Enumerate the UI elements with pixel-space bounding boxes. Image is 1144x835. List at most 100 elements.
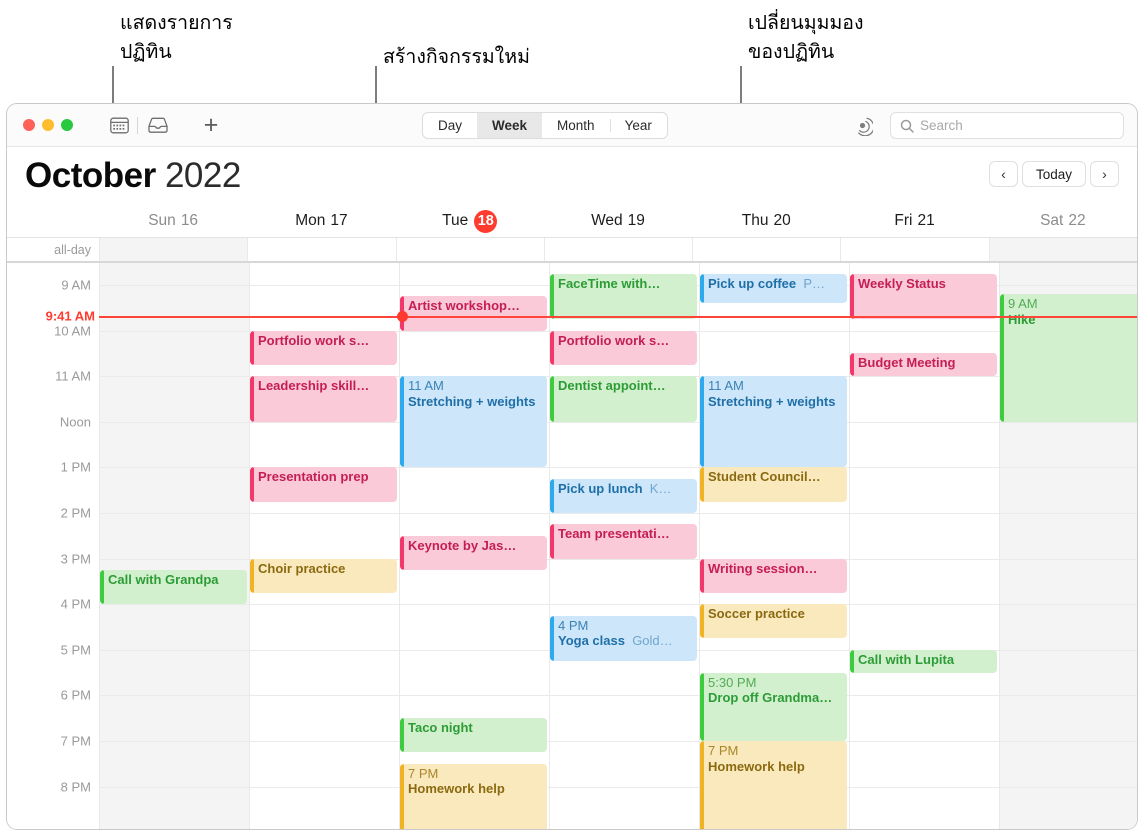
calendar-event[interactable]: Portfolio work s…	[250, 330, 397, 365]
day-header-name: Fri	[894, 212, 913, 229]
calendar-event[interactable]: Student Council…	[700, 467, 847, 502]
event-color-bar	[700, 741, 704, 829]
event-color-bar	[250, 330, 254, 365]
today-button[interactable]: Today	[1021, 161, 1086, 187]
event-title: Presentation prep	[258, 469, 369, 485]
day-header-name: Mon	[295, 212, 326, 229]
calendar-event[interactable]: 7 PM Homework help	[700, 741, 847, 829]
all-day-cell-sun[interactable]	[99, 238, 248, 261]
event-title: Homework help	[408, 781, 505, 797]
event-time: 4 PM	[558, 617, 589, 633]
week-grid[interactable]: 9 AM 10 AM 11 AM Noon 1 PM 2 PM 3 PM 4 PM 5 PM 6 …	[7, 263, 1137, 829]
day-header-sun[interactable]: Sun 16	[99, 205, 247, 237]
day-header-mon[interactable]: Mon 17	[247, 205, 395, 237]
maximize-window-button[interactable]	[61, 119, 73, 131]
calendar-event[interactable]: Team presentati…	[550, 524, 697, 559]
time-axis-column: 9 AM 10 AM 11 AM Noon 1 PM 2 PM 3 PM 4 PM 5 PM 6 …	[7, 263, 99, 829]
calendar-event[interactable]: Choir practice	[250, 558, 397, 593]
search-input[interactable]	[920, 118, 1110, 133]
close-window-button[interactable]	[23, 119, 35, 131]
calendar-event[interactable]: Weekly Status	[850, 273, 997, 320]
view-tab-month[interactable]: Month	[542, 113, 610, 138]
calendar-event[interactable]: Pick up lunch K…	[550, 478, 697, 513]
event-location: Gold…	[624, 633, 673, 649]
event-time: 11 AM	[408, 378, 444, 394]
day-column-fri[interactable]	[849, 263, 999, 829]
calendar-event[interactable]: Budget Meeting	[850, 353, 997, 377]
event-color-bar	[550, 376, 554, 422]
event-color-bar	[700, 604, 704, 639]
previous-week-button[interactable]: ‹	[988, 161, 1018, 187]
current-time-label: 9:41 AM	[45, 308, 95, 324]
event-color-bar	[250, 376, 254, 422]
calendar-event[interactable]: Call with Grandpa	[100, 570, 247, 605]
calendar-event[interactable]: 5:30 PM Drop off Grandma…	[700, 672, 847, 741]
calendar-event[interactable]: 11 AM Stretching + weights	[400, 376, 547, 468]
calendar-event[interactable]: Call with Lupita	[850, 649, 997, 673]
all-day-cell-thu[interactable]	[692, 238, 840, 261]
hour-gridline	[99, 421, 1137, 423]
inbox-icon[interactable]	[146, 114, 170, 136]
event-color-bar	[1000, 294, 1004, 422]
all-day-cell-mon[interactable]	[247, 238, 395, 261]
hour-gridline	[99, 741, 1137, 742]
event-title: Homework help	[708, 758, 805, 774]
view-tab-day[interactable]: Day	[423, 113, 477, 138]
all-day-cell-fri[interactable]	[840, 238, 988, 261]
calendar-event[interactable]: Taco night	[400, 718, 547, 753]
day-header-name: Thu	[741, 212, 769, 229]
calendar-event[interactable]: Presentation prep	[250, 467, 397, 502]
time-label: 10 AM	[54, 323, 91, 339]
event-color-bar	[550, 478, 554, 513]
day-header-number: 21	[917, 212, 935, 229]
event-time: 11 AM	[708, 378, 744, 394]
minimize-window-button[interactable]	[42, 119, 54, 131]
time-label: 9 AM	[61, 277, 91, 293]
calendar-event[interactable]: 9 AM Hike	[1000, 294, 1137, 422]
view-tab-year[interactable]: Year	[609, 113, 667, 138]
calendar-event[interactable]: Pick up coffee P…	[700, 273, 847, 304]
calendar-event[interactable]: 4 PM Yoga class Gold…	[550, 615, 697, 662]
hour-gridline	[99, 604, 1137, 606]
event-title: Soccer practice	[708, 606, 805, 622]
day-header-fri[interactable]: Fri 21	[840, 205, 988, 237]
search-box[interactable]	[890, 112, 1124, 139]
next-week-button[interactable]: ›	[1090, 161, 1119, 187]
calendar-event[interactable]: Leadership skill…	[250, 376, 397, 422]
calendar-event[interactable]: Dentist appoint…	[550, 376, 697, 422]
hour-gridline	[99, 786, 1137, 788]
calendar-event[interactable]: FaceTime with…	[550, 273, 697, 320]
calendar-event[interactable]: Artist workshop…	[400, 296, 547, 331]
calendar-event[interactable]: 11 AM Stretching + weights	[700, 376, 847, 468]
calendar-list-icon[interactable]	[107, 114, 131, 136]
calendar-event[interactable]: 7 PM Homework help	[400, 763, 547, 829]
day-header-tue[interactable]: Tue 18	[396, 205, 544, 237]
calendar-event[interactable]: Portfolio work s…	[550, 330, 697, 365]
time-label: 3 PM	[60, 551, 91, 567]
day-header-number: 19	[627, 212, 645, 229]
day-column-sun[interactable]	[99, 263, 249, 829]
event-time: 7 PM	[708, 743, 739, 758]
availability-icon[interactable]	[852, 115, 875, 137]
all-day-cell-sat[interactable]	[988, 238, 1137, 261]
day-header-number: 17	[330, 212, 348, 229]
all-day-cell-tue[interactable]	[395, 238, 544, 261]
new-event-icon[interactable]: +	[198, 113, 224, 138]
day-header-thu[interactable]: Thu 20	[692, 205, 840, 237]
calendar-view-segmented-control[interactable]: Day Week Month Year	[422, 112, 668, 139]
day-header-wed[interactable]: Wed 19	[544, 205, 692, 237]
calendar-event[interactable]: Soccer practice	[700, 604, 847, 639]
time-label: 6 PM	[60, 687, 91, 703]
event-title: Call with Grandpa	[108, 572, 219, 587]
calendar-event[interactable]: Writing session…	[700, 558, 847, 593]
event-color-bar	[700, 467, 704, 502]
all-day-cell-wed[interactable]	[543, 238, 692, 261]
day-header-sat[interactable]: Sat 22	[989, 205, 1137, 237]
event-title: Pick up lunch	[558, 480, 643, 496]
event-title: Artist workshop…	[408, 298, 520, 314]
event-title: Pick up coffee	[708, 275, 797, 291]
time-label: 1 PM	[60, 459, 91, 475]
view-tab-week[interactable]: Week	[477, 113, 543, 138]
calendar-event[interactable]: Keynote by Jas…	[400, 535, 547, 570]
event-color-bar	[400, 535, 404, 570]
